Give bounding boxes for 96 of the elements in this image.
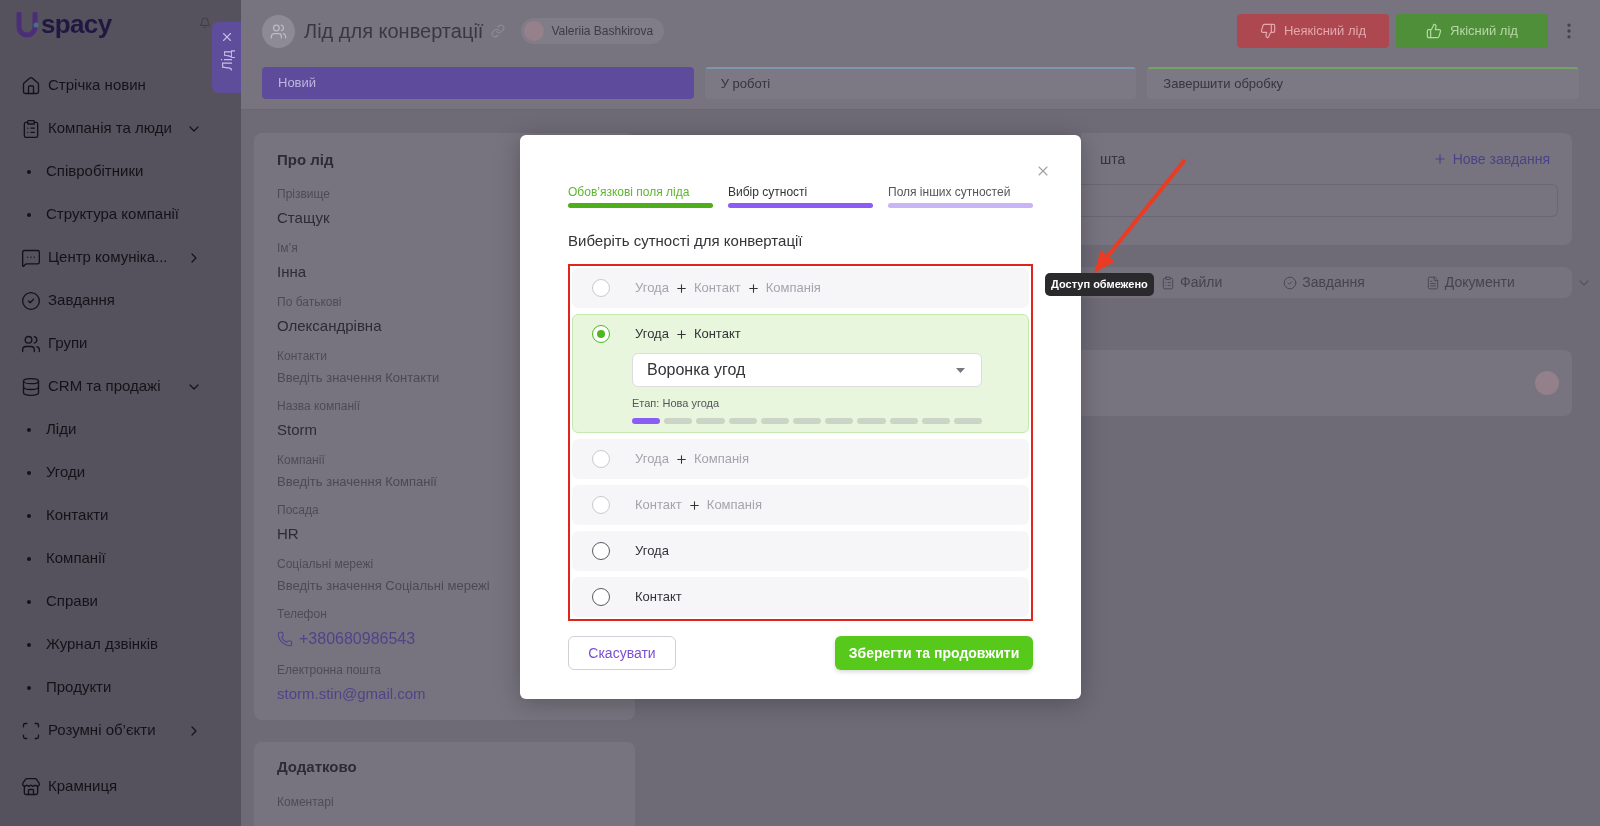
step-label: Вибір сутності [728, 185, 808, 200]
step-label: Обов’язкові поля ліда [568, 185, 690, 200]
text-input-field[interactable] [1081, 184, 1558, 217]
field-value: HR [277, 524, 299, 544]
entity-label: Компанія [693, 450, 749, 469]
bullet-icon [27, 513, 31, 518]
sidebar-subitem[interactable]: Продукти [10, 666, 210, 709]
bell-icon[interactable] [199, 15, 211, 31]
entity-label: Контакт [635, 496, 682, 515]
thumbs-down-icon [1259, 23, 1276, 39]
stage-tab[interactable]: У роботі [704, 67, 1137, 99]
sidebar-item[interactable]: Крамниця [10, 765, 210, 808]
users-icon [262, 14, 295, 48]
bullet-icon [27, 642, 31, 647]
sidebar-subitem[interactable]: Структура компанії [10, 193, 210, 236]
tooltip: Доступ обмежено [1045, 273, 1154, 296]
save-continue-button[interactable]: Зберегти та продовжити [835, 636, 1033, 670]
page-title: Лід для конвертації [304, 19, 484, 44]
bullet-icon [27, 427, 31, 432]
sidebar-item[interactable]: Розумні об’єкти [10, 709, 210, 752]
entity-label: Угода [635, 542, 669, 561]
user-avatar [1535, 371, 1559, 395]
scan-icon [21, 720, 41, 741]
field-value: Стащук [277, 208, 330, 228]
plus-icon [687, 498, 701, 512]
lead-status-button[interactable]: Неякісний лід [1237, 14, 1389, 48]
card-title: Про лід [277, 150, 334, 170]
radio-button[interactable] [592, 325, 610, 343]
users-icon [21, 333, 41, 354]
stage-tab[interactable]: Новий [262, 67, 694, 99]
plus-icon [674, 452, 688, 466]
radio-button[interactable] [592, 542, 610, 560]
field-value: Олександрівна [277, 316, 382, 336]
sidebar-subitem[interactable]: Справи [10, 580, 210, 623]
bullet-icon [27, 470, 31, 475]
sidebar-subitem[interactable]: Угоди [10, 451, 210, 494]
bullet-icon [27, 556, 31, 561]
check-circle-icon [21, 290, 41, 311]
lead-status-button[interactable]: Якісний лід [1396, 14, 1548, 48]
sidebar-subitem[interactable]: Журнал дзвінків [10, 623, 210, 666]
logo-mark-icon [15, 12, 39, 39]
plus-icon [674, 281, 688, 295]
sidebar-subitem[interactable]: Ліди [10, 408, 210, 451]
entity-label: Компанія [706, 496, 762, 515]
entity-label: Компанія [765, 279, 821, 298]
field-value: Інна [277, 262, 307, 282]
sidebar-subitem[interactable]: Співробітники [10, 150, 210, 193]
entity-label: Угода [635, 279, 669, 298]
logo-text: spacy [41, 12, 112, 36]
caret-icon [956, 367, 965, 373]
dialog-heading: Виберіть сутності для конвертації [568, 231, 803, 251]
document-icon [1425, 274, 1440, 291]
card-title: шта [1100, 150, 1126, 169]
sidebar-item[interactable]: Компанія та люди [10, 107, 210, 150]
sidebar-item[interactable]: Центр комуніка... [10, 236, 210, 279]
store-icon [21, 776, 41, 797]
database-icon [21, 376, 41, 397]
option-row[interactable]: Угода [572, 531, 1029, 571]
field-value: Storm [277, 420, 317, 440]
home-icon [21, 75, 41, 96]
card-title: Додатково [277, 757, 357, 777]
clipboard-icon [21, 118, 41, 139]
option-row[interactable]: Контакт [572, 577, 1029, 617]
side-panel-tab[interactable]: Лід [212, 22, 241, 93]
user-avatar [524, 21, 545, 41]
thumbs-up-icon [1426, 23, 1443, 39]
user-name: Valeriia Bashkirova [551, 23, 654, 40]
cancel-button[interactable]: Скасувати [568, 636, 676, 670]
entity-label: Угода [635, 325, 669, 344]
phone-icon [277, 631, 293, 647]
pipeline-select[interactable]: Воронка угод [632, 353, 982, 387]
entity-label: Контакт [693, 279, 741, 298]
sidebar-item[interactable]: Завдання [10, 279, 210, 322]
plus-icon [746, 281, 760, 295]
plus-icon [674, 327, 688, 341]
bullet-icon [27, 212, 31, 217]
check-circle-icon [1283, 274, 1298, 291]
bullet-icon [27, 599, 31, 604]
sidebar-subitem[interactable]: Контакти [10, 494, 210, 537]
stage-label: Етап: Нова угода [632, 396, 720, 410]
entity-label: Контакт [635, 588, 682, 607]
sidebar-subitem[interactable]: Компанії [10, 537, 210, 580]
sidebar-item[interactable]: Стрічка новин [10, 64, 210, 107]
option-row[interactable]: Угода Контакт Воронка угод Етап: Нова угода [572, 314, 1029, 433]
chat-icon [21, 247, 41, 268]
bullet-icon [27, 169, 31, 174]
step-label: Поля інших сутностей [888, 185, 1011, 200]
entity-label: Угода [635, 450, 669, 469]
entity-label: Контакт [693, 325, 741, 344]
plus-icon [1432, 152, 1447, 166]
bullet-icon [27, 685, 31, 690]
radio-button[interactable] [592, 588, 610, 606]
sidebar-item[interactable]: Групи [10, 322, 210, 365]
stage-tab[interactable]: Завершити обробку [1147, 67, 1579, 99]
sidebar-item[interactable]: CRM та продажі [10, 365, 210, 408]
clipboard-icon [1161, 274, 1175, 291]
